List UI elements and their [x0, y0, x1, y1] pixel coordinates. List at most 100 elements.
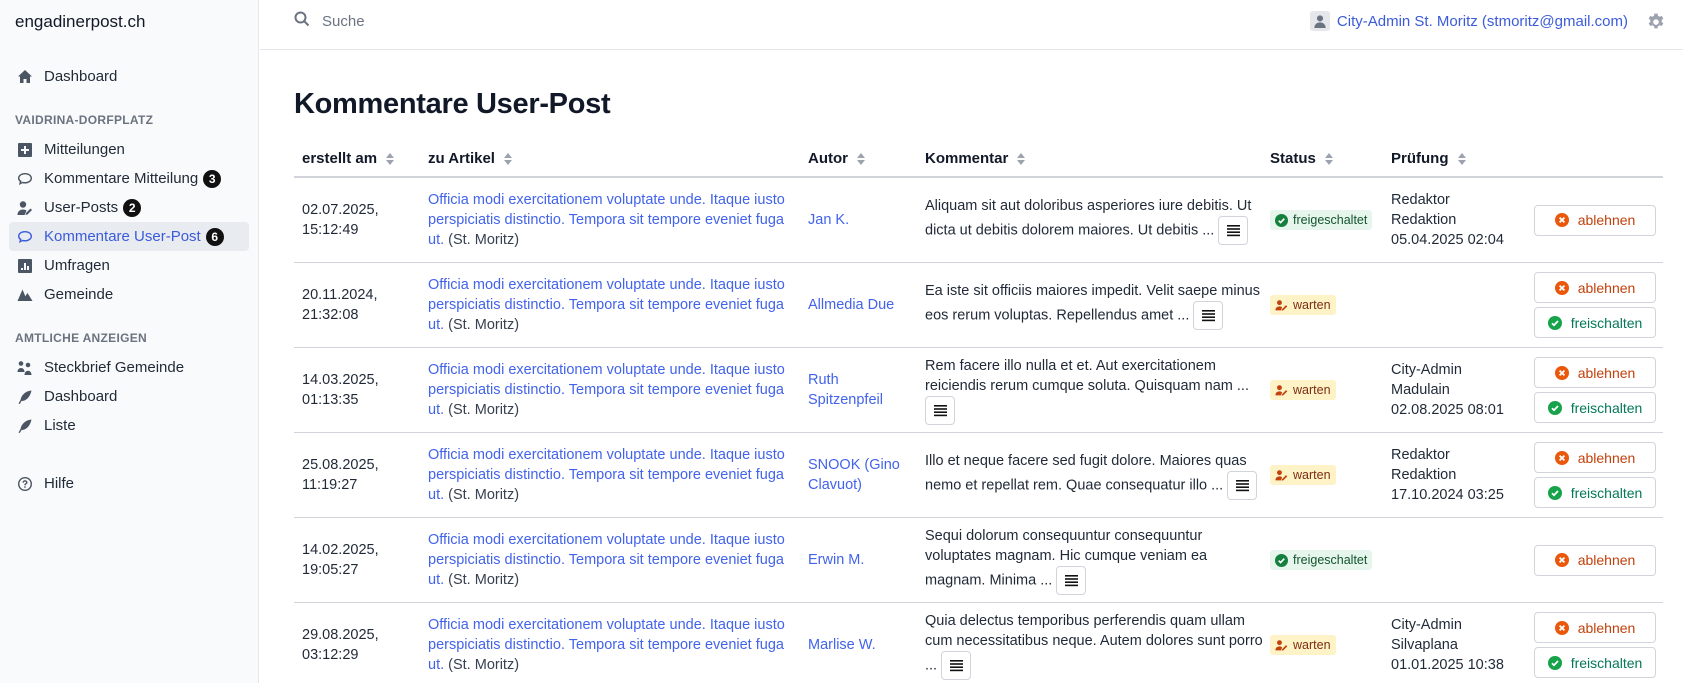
author-link[interactable]: SNOOK (Gino Clavuot) — [808, 433, 913, 517]
sidebar-item-dashboard-anzeigen[interactable]: Dashboard — [9, 382, 249, 411]
check-icon — [1547, 315, 1571, 330]
comments-table: erstellt am zu Artikel Autor Kommentar S… — [294, 142, 1663, 683]
article-place: (St. Moritz) — [448, 657, 520, 673]
sidebar-item-dashboard[interactable]: Dashboard — [9, 62, 249, 91]
approve-button[interactable]: freischalten — [1534, 647, 1656, 678]
reject-icon — [1554, 280, 1578, 295]
reject-button[interactable]: ablehnen — [1534, 204, 1656, 236]
show-full-comment-button[interactable] — [925, 395, 955, 425]
reject-icon — [1554, 213, 1578, 227]
comment-cell: Ea iste sit officiis maiores impedit. Ve… — [925, 263, 1270, 347]
comment-cell: Illo et neque facere sed fugit dolore. M… — [925, 433, 1270, 517]
author-link[interactable]: Allmedia Due — [808, 263, 913, 347]
show-full-comment-button[interactable] — [1056, 565, 1087, 595]
column-header-comment[interactable]: Kommentar — [925, 150, 1026, 167]
column-header-article[interactable]: zu Artikel — [428, 150, 512, 167]
show-full-comment-button[interactable] — [1227, 470, 1258, 500]
column-header-author[interactable]: Autor — [808, 150, 865, 167]
column-header-review[interactable]: Prüfung — [1391, 150, 1466, 167]
user-label: City-Admin St. Moritz (stmoritz@gmail.co… — [1336, 12, 1628, 30]
table-row: 29.08.2025, 03:12:29 Officia modi exercita… — [294, 603, 1663, 683]
sidebar-item-label: Mitteilungen — [44, 141, 125, 158]
comment-icon — [16, 170, 34, 188]
sidebar-item-mitteilungen[interactable]: Mitteilungen — [9, 135, 249, 164]
status-cell: warten — [1270, 433, 1380, 517]
user-menu[interactable]: City-Admin St. Moritz (stmoritz@gmail.co… — [1309, 11, 1628, 31]
article-place: (St. Moritz) — [448, 232, 520, 248]
approve-button[interactable]: freischalten — [1534, 477, 1656, 508]
sidebar-item-hilfe[interactable]: Hilfe — [9, 469, 249, 498]
comment-cell: Aliquam sit aut doloribus asperiores iur… — [925, 178, 1270, 262]
list-icon — [933, 404, 947, 417]
count-badge: 6 — [205, 227, 224, 246]
sidebar-item-steckbrief[interactable]: Steckbrief Gemeinde — [9, 353, 249, 382]
created-cell: 14.02.2025, 19:05:27 — [302, 542, 379, 578]
sort-icon — [1017, 152, 1026, 165]
sidebar-item-gemeinde[interactable]: Gemeinde — [9, 280, 249, 309]
sidebar-item-label: Kommentare User-Post — [44, 228, 201, 245]
author-link[interactable]: Erwin M. — [808, 518, 913, 602]
reject-button[interactable]: ablehnen — [1534, 272, 1656, 303]
article-cell: Officia modi exercitationem voluptate un… — [428, 263, 798, 347]
sidebar-item-label: Umfragen — [44, 257, 110, 274]
user-edit-icon — [16, 199, 34, 217]
check-icon — [1547, 400, 1571, 415]
article-place: (St. Moritz) — [448, 572, 520, 588]
user-edit-icon — [1275, 469, 1293, 482]
created-cell: 20.11.2024, 21:32:08 — [302, 287, 378, 323]
article-place: (St. Moritz) — [448, 487, 520, 503]
comment-cell: Quia delectus temporibus perferendis qua… — [925, 603, 1270, 683]
article-cell: Officia modi exercitationem voluptate un… — [428, 603, 798, 683]
show-full-comment-button[interactable] — [941, 650, 972, 680]
show-full-comment-button[interactable] — [1218, 215, 1249, 245]
sidebar-item-umfragen[interactable]: Umfragen — [9, 251, 249, 280]
sidebar-item-label: Kommentare Mitteilung — [44, 170, 199, 187]
search-input[interactable] — [322, 13, 622, 30]
list-icon — [1235, 479, 1249, 492]
created-cell: 14.03.2025, 01:13:35 — [302, 372, 379, 408]
sidebar-item-kommentare-user-post[interactable]: Kommentare User-Post 6 — [9, 222, 249, 251]
user-edit-icon — [1275, 384, 1293, 397]
table-row: 14.03.2025, 01:13:35 Officia modi exercita… — [294, 348, 1663, 433]
author-link[interactable]: Jan K. — [808, 178, 913, 262]
gear-icon[interactable] — [1647, 13, 1665, 31]
sidebar-item-label: Gemeinde — [44, 286, 114, 303]
user-icon — [1309, 11, 1330, 31]
sidebar-item-liste[interactable]: Liste — [9, 411, 249, 440]
sidebar: engadinerpost.ch Dashboard VAIDRINA-DORF… — [0, 0, 259, 683]
approve-button[interactable]: freischalten — [1534, 392, 1656, 423]
column-header-status[interactable]: Status — [1270, 150, 1333, 167]
sidebar-item-label: User-Posts — [44, 199, 119, 216]
sidebar-section-dorfplatz: VAIDRINA-DORFPLATZ — [15, 113, 154, 127]
user-edit-icon — [1275, 639, 1293, 652]
check-circle-icon — [1275, 213, 1293, 227]
mountain-icon — [16, 286, 34, 304]
review-cell: Redaktor Redaktion 05.04.2025 02:04 — [1391, 192, 1504, 248]
status-badge: warten — [1270, 465, 1336, 485]
search-icon — [294, 11, 310, 32]
author-link[interactable]: Ruth Spitzenpfeil — [808, 348, 913, 432]
plus-square-icon — [16, 141, 34, 159]
author-link[interactable]: Marlise W. — [808, 603, 913, 683]
sort-icon — [503, 152, 512, 165]
brand-title[interactable]: engadinerpost.ch — [15, 12, 145, 32]
page-title: Kommentare User-Post — [294, 88, 611, 120]
approve-button[interactable]: freischalten — [1534, 307, 1656, 338]
reject-button[interactable]: ablehnen — [1534, 442, 1656, 473]
reject-button[interactable]: ablehnen — [1534, 357, 1656, 388]
column-header-created[interactable]: erstellt am — [302, 150, 395, 167]
check-circle-icon — [1275, 553, 1293, 567]
status-cell: warten — [1270, 263, 1380, 347]
show-full-comment-button[interactable] — [1193, 300, 1224, 330]
feather-icon — [16, 417, 34, 435]
sidebar-item-user-posts[interactable]: User-Posts 2 — [9, 193, 249, 222]
article-place: (St. Moritz) — [448, 317, 520, 333]
sidebar-item-kommentare-mitteilung[interactable]: Kommentare Mitteilung 3 — [9, 164, 249, 193]
article-cell: Officia modi exercitationem voluptate un… — [428, 178, 798, 262]
reject-button[interactable]: ablehnen — [1534, 544, 1656, 576]
sort-icon — [857, 152, 865, 165]
reject-button[interactable]: ablehnen — [1534, 612, 1656, 643]
actions-cell: ablehnen — [1534, 178, 1658, 262]
reject-icon — [1554, 450, 1578, 465]
user-edit-icon — [1275, 299, 1293, 312]
